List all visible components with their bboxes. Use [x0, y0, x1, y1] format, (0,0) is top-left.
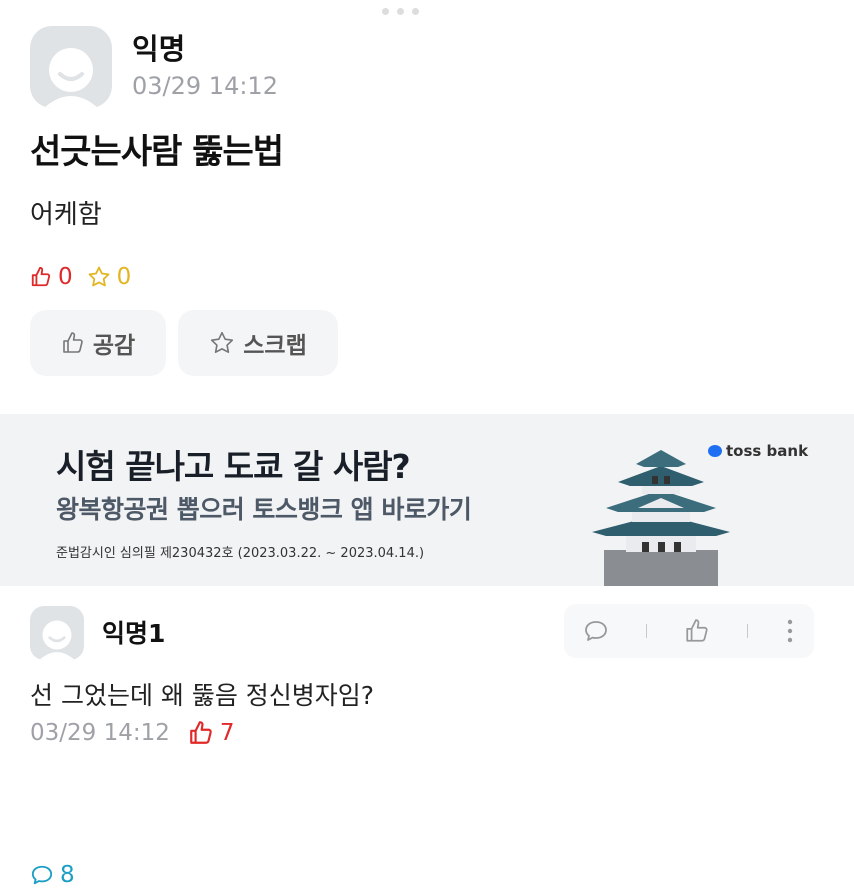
scrap-button-label: 스크랩 [243, 333, 307, 359]
avatar [30, 606, 84, 660]
speech-bubble-icon [31, 865, 53, 885]
castle-illustration-icon [592, 450, 730, 586]
like-count: 0 [30, 264, 73, 290]
scrap-count-value: 0 [116, 264, 132, 290]
comment-timestamp: 03/29 14:12 [30, 720, 170, 746]
divider [645, 624, 647, 638]
scrap-button[interactable]: 스크랩 [178, 310, 338, 376]
thumbs-up-icon[interactable] [684, 618, 710, 644]
toss-bank-brand: toss bank [726, 442, 809, 460]
ad-legal-note: 준법감시인 심의필 제230432호 (2023.03.22. ~ 2023.0… [56, 546, 425, 561]
comment-action-bar [564, 604, 814, 658]
post-body: 어케함 [30, 200, 102, 230]
ad-banner[interactable]: 시험 끝나고 도쿄 갈 사람? 왕복항공권 뽑으러 토스뱅크 앱 바로가기 준법… [0, 414, 854, 586]
avatar [30, 26, 112, 108]
ad-headline: 시험 끝나고 도쿄 갈 사람? [56, 447, 411, 486]
anonymous-avatar-icon [39, 620, 75, 660]
comment-author: 익명1 [102, 619, 166, 648]
ad-subline: 왕복항공권 뽑으러 토스뱅크 앱 바로가기 [56, 495, 472, 524]
scrap-count: 0 [87, 264, 132, 290]
star-icon [211, 331, 234, 354]
comment-text: 선 그었는데 왜 뚫음 정신병자임? [30, 681, 375, 710]
like-button[interactable]: 공감 [30, 310, 166, 376]
divider [747, 624, 749, 638]
comment-count: 8 [30, 862, 854, 888]
post-author: 익명 [132, 32, 186, 66]
post-stats: 0 8 0 [30, 262, 145, 888]
comment-like-value: 7 [219, 720, 235, 746]
more-vertical-icon[interactable] [785, 618, 795, 644]
comment-meta: 03/29 14:12 7 [30, 720, 235, 746]
anonymous-avatar-icon [44, 48, 98, 108]
post-title: 선긋는사람 뚫는법 [30, 132, 284, 172]
thumbs-up-icon [31, 266, 51, 287]
thumbs-up-icon [63, 332, 83, 353]
like-count-value: 0 [58, 264, 73, 290]
comment-count-value: 8 [60, 862, 75, 888]
star-icon [88, 266, 110, 287]
page-indicator [382, 0, 452, 15]
reply-icon[interactable] [583, 619, 609, 643]
comment-like-count: 7 [188, 720, 235, 746]
like-button-label: 공감 [92, 333, 136, 359]
thumbs-up-icon [190, 721, 212, 744]
post-timestamp: 03/29 14:12 [132, 72, 278, 100]
